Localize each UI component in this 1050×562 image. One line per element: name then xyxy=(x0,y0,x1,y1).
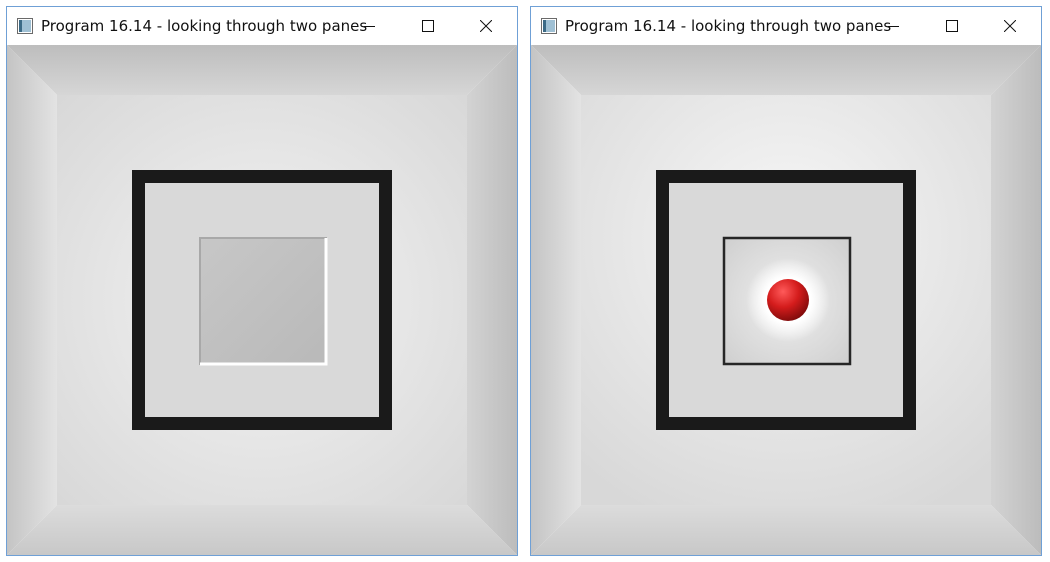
room-right-wall xyxy=(991,45,1041,555)
window-title: Program 16.14 - looking through two pane… xyxy=(565,17,892,35)
render-viewport[interactable] xyxy=(7,45,517,555)
minimize-button[interactable] xyxy=(865,7,923,45)
minimize-icon xyxy=(888,26,899,27)
room-bottom-wall xyxy=(531,505,1041,555)
close-button[interactable] xyxy=(457,7,515,45)
title-bar[interactable]: Program 16.14 - looking through two pane… xyxy=(531,7,1041,45)
render-viewport[interactable] xyxy=(531,45,1041,555)
close-button[interactable] xyxy=(981,7,1039,45)
red-sphere xyxy=(767,279,809,321)
close-icon xyxy=(1004,20,1016,32)
room-top-wall xyxy=(531,45,1041,95)
program-window-left[interactable]: Program 16.14 - looking through two pane… xyxy=(6,6,518,556)
window-title: Program 16.14 - looking through two pane… xyxy=(41,17,368,35)
minimize-icon xyxy=(364,26,375,27)
minimize-button[interactable] xyxy=(341,7,399,45)
maximize-button[interactable] xyxy=(923,7,981,45)
room-left-wall xyxy=(7,45,57,555)
maximize-icon xyxy=(946,20,958,32)
room-bottom-wall xyxy=(7,505,517,555)
close-icon xyxy=(480,20,492,32)
room-top-wall xyxy=(7,45,517,95)
program-window-right[interactable]: Program 16.14 - looking through two pane… xyxy=(530,6,1042,556)
title-bar[interactable]: Program 16.14 - looking through two pane… xyxy=(7,7,517,45)
app-window-icon xyxy=(17,18,33,34)
app-window-icon xyxy=(541,18,557,34)
maximize-icon xyxy=(422,20,434,32)
maximize-button[interactable] xyxy=(399,7,457,45)
room-left-wall xyxy=(531,45,581,555)
room-right-wall xyxy=(467,45,517,555)
inner-pane xyxy=(199,237,327,365)
